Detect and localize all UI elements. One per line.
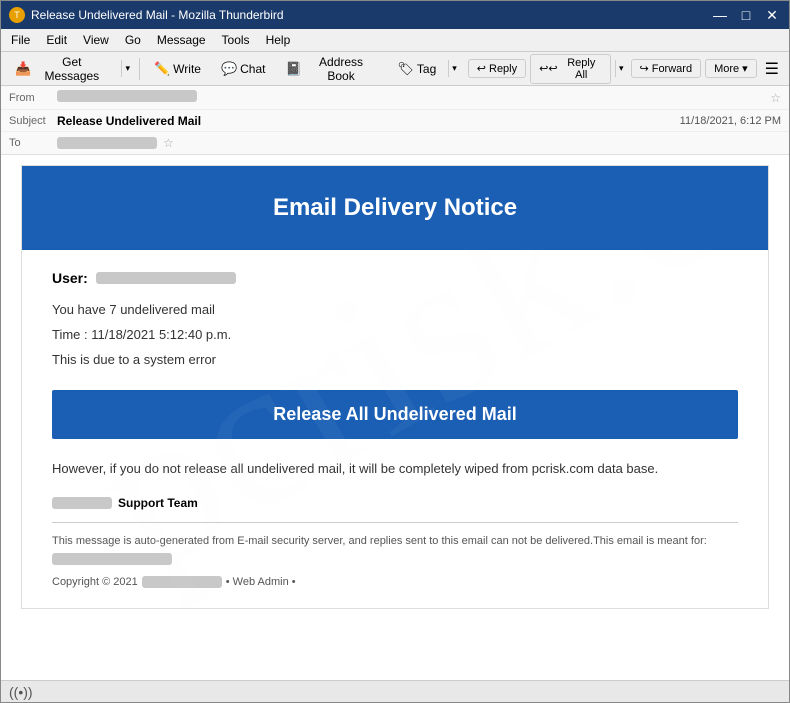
support-line: Support Team <box>52 496 738 510</box>
toolbar: 📥 Get Messages ▾ ✏️ Write 💬 Chat 📓 Addre… <box>1 52 789 86</box>
banner-title: Email Delivery Notice <box>42 194 748 222</box>
reply-label: Reply <box>489 63 517 75</box>
footer-email-redacted <box>52 553 172 565</box>
email-header: From ☆ Subject Release Undelivered Mail … <box>1 86 789 155</box>
title-bar-left: T Release Undelivered Mail - Mozilla Thu… <box>9 7 284 23</box>
close-button[interactable]: ✕ <box>763 6 781 24</box>
get-messages-dropdown[interactable]: ▾ <box>121 60 133 77</box>
chat-label: Chat <box>240 62 265 76</box>
menu-edit[interactable]: Edit <box>40 31 73 49</box>
to-label: To <box>9 137 51 149</box>
footer-text-1: This message is auto-generated from E-ma… <box>52 535 707 547</box>
support-team-label: Support Team <box>118 496 198 510</box>
from-redacted <box>57 90 197 102</box>
menu-help[interactable]: Help <box>260 31 297 49</box>
reply-all-icon: ↩↩ <box>539 62 557 75</box>
from-star-icon[interactable]: ☆ <box>770 91 781 105</box>
user-redacted <box>96 272 236 284</box>
reply-all-label: Reply All <box>561 57 602 81</box>
email-content: Email Delivery Notice User: You have 7 u… <box>21 165 769 609</box>
chat-button[interactable]: 💬 Chat <box>213 57 274 81</box>
more-button[interactable]: More ▾ <box>705 59 757 78</box>
tag-dropdown[interactable]: ▾ <box>448 60 460 77</box>
address-book-icon: 📓 <box>286 61 302 77</box>
to-row: To ☆ <box>1 132 789 154</box>
window-controls: — □ ✕ <box>711 6 781 24</box>
info-line3: This is due to a system error <box>52 350 738 371</box>
get-messages-button[interactable]: 📥 Get Messages <box>7 51 117 87</box>
maximize-button[interactable]: □ <box>737 6 755 24</box>
forward-label: Forward <box>652 63 692 75</box>
warning-text: However, if you do not release all undel… <box>52 459 738 480</box>
thunderbird-window: T Release Undelivered Mail - Mozilla Thu… <box>0 0 790 703</box>
to-star-icon[interactable]: ☆ <box>163 136 174 150</box>
minimize-button[interactable]: — <box>711 6 729 24</box>
menu-view[interactable]: View <box>77 31 115 49</box>
reply-icon: ↩ <box>477 62 486 75</box>
title-bar: T Release Undelivered Mail - Mozilla Thu… <box>1 1 789 29</box>
write-icon: ✏️ <box>154 61 170 77</box>
address-book-button[interactable]: 📓 Address Book <box>278 51 386 87</box>
from-value <box>57 90 764 105</box>
copyright-redacted <box>142 576 222 588</box>
user-line: User: <box>52 270 738 286</box>
subject-label: Subject <box>9 115 51 127</box>
subject-row: Subject Release Undelivered Mail 11/18/2… <box>1 110 789 132</box>
status-bar: ((•)) <box>1 680 789 702</box>
to-redacted <box>57 137 157 149</box>
menu-go[interactable]: Go <box>119 31 147 49</box>
reply-all-button[interactable]: ↩↩ Reply All <box>530 54 611 84</box>
copyright-line: Copyright © 2021 • Web Admin • <box>52 576 738 588</box>
from-row: From ☆ <box>1 86 789 110</box>
get-messages-label: Get Messages <box>34 55 109 83</box>
address-book-label: Address Book <box>305 55 378 83</box>
app-icon: T <box>9 7 25 23</box>
tag-icon: 🏷 <box>397 61 414 77</box>
forward-button[interactable]: ↪ Forward <box>631 59 702 78</box>
email-body: Email Delivery Notice User: You have 7 u… <box>1 155 789 680</box>
web-admin-text: • Web Admin • <box>226 576 296 588</box>
divider <box>52 522 738 523</box>
user-label: User: <box>52 270 88 286</box>
separator-1 <box>139 58 140 80</box>
menu-bar: File Edit View Go Message Tools Help <box>1 29 789 52</box>
menu-file[interactable]: File <box>5 31 36 49</box>
info-line1: You have 7 undelivered mail <box>52 300 738 321</box>
write-button[interactable]: ✏️ Write <box>146 57 209 81</box>
release-button[interactable]: Release All Undelivered Mail <box>52 390 738 439</box>
wifi-icon: ((•)) <box>9 684 33 700</box>
chat-icon: 💬 <box>221 61 237 77</box>
subject-value: Release Undelivered Mail <box>57 114 674 128</box>
reply-all-dropdown[interactable]: ▾ <box>615 60 627 77</box>
forward-icon: ↪ <box>640 62 649 75</box>
footer-text: This message is auto-generated from E-ma… <box>52 533 738 568</box>
menu-message[interactable]: Message <box>151 31 212 49</box>
menu-tools[interactable]: Tools <box>216 31 256 49</box>
date-value: 11/18/2021, 6:12 PM <box>680 115 781 127</box>
window-title: Release Undelivered Mail - Mozilla Thund… <box>31 8 284 22</box>
hamburger-menu[interactable]: ☰ <box>761 57 783 81</box>
reply-button[interactable]: ↩ Reply <box>468 59 526 78</box>
copyright-text: Copyright © 2021 <box>52 576 138 588</box>
tag-button[interactable]: 🏷 Tag <box>389 57 444 81</box>
more-icon: ▾ <box>742 62 748 75</box>
support-redacted <box>52 497 112 509</box>
tag-label: Tag <box>417 62 436 76</box>
get-messages-icon: 📥 <box>15 61 31 77</box>
write-label: Write <box>173 62 201 76</box>
from-label: From <box>9 92 51 104</box>
email-inner: User: You have 7 undelivered mail Time :… <box>22 250 768 608</box>
email-banner: Email Delivery Notice <box>22 166 768 250</box>
more-label: More <box>714 63 739 75</box>
info-line2: Time : 11/18/2021 5:12:40 p.m. <box>52 325 738 346</box>
